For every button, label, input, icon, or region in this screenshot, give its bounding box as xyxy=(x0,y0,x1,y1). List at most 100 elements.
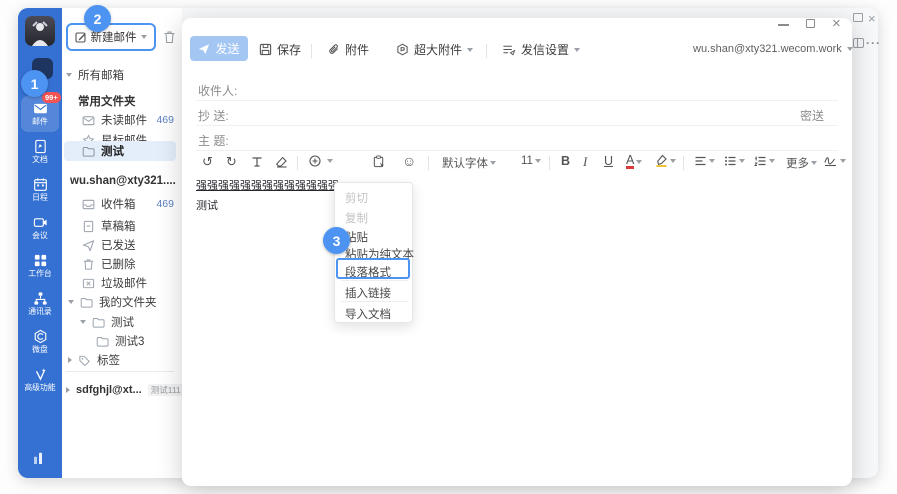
unread-count: 469 xyxy=(156,114,174,126)
rail-item-advanced[interactable]: 高级功能 xyxy=(18,367,62,392)
folder-icon xyxy=(80,296,93,309)
chevron-down-icon xyxy=(80,320,86,324)
annotation-badge-1: 1 xyxy=(21,70,48,97)
annotation-badge-2: 2 xyxy=(84,5,111,32)
align-button[interactable] xyxy=(694,155,715,167)
drive-icon xyxy=(33,329,48,344)
cc-field-input[interactable] xyxy=(240,104,780,122)
chevron-down-icon xyxy=(847,47,853,51)
align-icon xyxy=(694,155,707,167)
rail-item-calendar[interactable]: 日程 xyxy=(18,177,62,202)
highlighter-icon xyxy=(655,154,668,167)
signature-icon xyxy=(823,154,838,167)
sidebar-item-all-mailboxes[interactable]: 所有邮箱 xyxy=(66,66,124,84)
cc-field-label: 抄 送: xyxy=(198,107,229,124)
stats-icon[interactable] xyxy=(30,450,48,466)
folder-icon xyxy=(96,335,109,348)
screenshot-root: × ··· 1 99+ 邮件 文档 日程 会议 工作台 通讯录 微盘 xyxy=(0,0,897,494)
chevron-down-icon xyxy=(636,160,642,164)
rail-item-drive[interactable]: 微盘 xyxy=(18,329,62,354)
avatar[interactable] xyxy=(25,16,55,46)
minimize-icon[interactable] xyxy=(778,24,789,26)
italic-button[interactable]: I xyxy=(583,154,587,170)
to-field-input[interactable] xyxy=(240,79,800,97)
advanced-icon xyxy=(33,367,48,382)
font-size-select[interactable]: 11 xyxy=(521,155,541,167)
menu-item-import-doc[interactable]: 导入文档 xyxy=(345,306,391,322)
sidebar-account-2[interactable]: sdfghjl@xt... 测试111 xyxy=(66,381,184,399)
context-menu: 剪切 复制 粘贴 粘贴为纯文本 段落格式 插入链接 导入文档 xyxy=(334,182,413,323)
large-attachment-button[interactable]: 超大附件 xyxy=(396,41,473,58)
sidebar-account-1[interactable]: wu.shan@xty321.... xyxy=(70,172,176,190)
bold-button[interactable]: B xyxy=(561,154,570,168)
insert-plus-icon xyxy=(309,155,321,167)
rail-item-docs[interactable]: 文档 xyxy=(18,139,62,164)
chevron-down-icon xyxy=(490,161,496,165)
insert-menu[interactable] xyxy=(309,155,333,167)
sidebar-item-drafts[interactable]: 草稿箱 xyxy=(82,217,136,235)
toolbar-divider xyxy=(486,44,487,58)
rail-item-mail[interactable]: 99+ 邮件 xyxy=(18,101,62,126)
rail-item-meeting[interactable]: 会议 xyxy=(18,215,62,240)
emoji-icon[interactable]: ☺ xyxy=(402,154,416,168)
rail-item-contacts[interactable]: 通讯录 xyxy=(18,291,62,316)
paste-board-icon[interactable] xyxy=(372,155,385,168)
large-attachment-icon xyxy=(396,43,409,56)
signature-button[interactable] xyxy=(823,154,846,167)
sender-account-selector[interactable]: wu.shan@xty321.wecom.work xyxy=(693,43,853,55)
rail-item-workbench[interactable]: 工作台 xyxy=(18,253,62,278)
numbered-list-button[interactable] xyxy=(754,155,775,167)
chevron-down-icon xyxy=(574,48,580,52)
paperclip-icon xyxy=(327,43,340,56)
inbox-icon xyxy=(82,198,95,211)
envelope-icon xyxy=(82,114,95,127)
maximize-icon[interactable] xyxy=(806,19,815,28)
sidebar-item-test[interactable]: 测试 xyxy=(82,142,124,160)
annotation-box-3 xyxy=(336,258,410,279)
underline-button[interactable]: U xyxy=(604,154,613,168)
restore-icon[interactable] xyxy=(853,13,863,22)
sidebar-item-my-test3[interactable]: 测试3 xyxy=(96,332,144,350)
chevron-down-icon xyxy=(327,159,333,163)
sidebar-item-inbox[interactable]: 收件箱 469 xyxy=(82,195,174,213)
save-button[interactable]: 保存 xyxy=(259,41,301,58)
chevron-down-icon xyxy=(66,73,72,77)
more-menu-icon[interactable]: ··· xyxy=(866,36,881,50)
sidebar-item-my-test[interactable]: 测试 xyxy=(80,313,134,331)
docs-icon xyxy=(33,139,48,154)
sent-icon xyxy=(82,239,95,252)
sidebar-item-sent[interactable]: 已发送 xyxy=(82,236,136,254)
font-family-select[interactable]: 默认字体 xyxy=(442,155,496,171)
bullet-list-icon xyxy=(724,155,737,167)
more-format-button[interactable]: 更多 xyxy=(786,155,817,171)
redo-icon[interactable]: ↻ xyxy=(226,155,237,169)
sidebar-item-deleted[interactable]: 已删除 xyxy=(82,255,136,273)
trash-icon xyxy=(82,258,95,271)
workbench-icon xyxy=(33,253,48,268)
font-color-button[interactable]: A xyxy=(626,154,642,169)
clear-format-icon[interactable] xyxy=(275,156,288,168)
close-main-icon[interactable]: × xyxy=(868,11,876,26)
panel-icon[interactable] xyxy=(853,38,864,48)
sidebar-item-unread[interactable]: 未读邮件 469 xyxy=(82,111,174,129)
attachment-button[interactable]: 附件 xyxy=(327,41,369,58)
bcc-toggle[interactable]: 密送 xyxy=(800,107,824,124)
sidebar-item-my-folders[interactable]: 我的文件夹 xyxy=(68,293,157,311)
undo-icon[interactable]: ↺ xyxy=(202,155,213,169)
trash-icon[interactable] xyxy=(163,30,176,44)
chevron-down-icon xyxy=(709,159,715,163)
message-body-editor[interactable] xyxy=(182,172,852,486)
bullet-list-button[interactable] xyxy=(724,155,745,167)
format-painter-icon[interactable] xyxy=(251,156,263,168)
contacts-icon xyxy=(33,291,48,306)
highlight-color-button[interactable] xyxy=(655,154,676,167)
sidebar-item-junk[interactable]: 垃圾邮件 xyxy=(82,274,147,292)
send-button[interactable]: 发送 xyxy=(190,36,248,61)
tag-icon xyxy=(78,354,91,367)
subject-field-input[interactable] xyxy=(240,129,800,147)
sidebar-item-tags[interactable]: 标签 xyxy=(68,351,120,369)
send-settings-button[interactable]: 发信设置 xyxy=(502,41,580,58)
menu-item-insert-link[interactable]: 插入链接 xyxy=(345,285,391,301)
close-compose-icon[interactable]: × xyxy=(832,17,841,30)
toolbar-divider xyxy=(297,156,298,170)
